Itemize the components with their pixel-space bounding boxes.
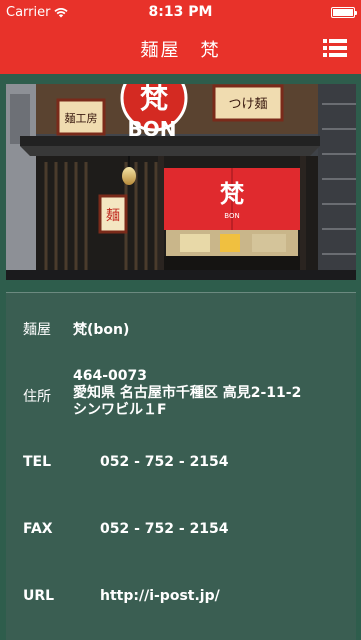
curtain-sub-text: BON [224,212,239,220]
lantern-text: 麺 [106,208,120,224]
address-street: 愛知県 名古屋市千種区 高見2-11-2 [73,385,302,401]
address-row: 住所 464-0073 愛知県 名古屋市千種区 高見2-11-2 シンワビル１F [23,368,301,419]
shop-photo: 麺工房 梵 BON つけ麺 麺 梵 BON [6,84,356,280]
status-left: Carrier [6,4,69,20]
page-title: 麺屋 梵 [140,40,221,61]
shop-name-label: 麺屋 [23,322,51,338]
wifi-icon [54,7,69,17]
shop-name-value: 梵(bon) [73,322,130,338]
status-bar: Carrier 8:13 PM [0,0,361,24]
sign-right-text: つけ麺 [228,97,267,112]
nav-bar: 麺屋 梵 [0,24,361,74]
tel-row[interactable]: TEL 052 - 752 - 2154 [23,454,229,470]
address-postal: 464-0073 [73,368,147,384]
fax-value: 052 - 752 - 2154 [100,521,229,537]
address-label: 住所 [23,389,51,405]
tel-label: TEL [23,454,52,470]
fax-row: FAX 052 - 752 - 2154 [23,521,229,537]
url-label: URL [23,588,55,604]
curtain-kanji: 梵 [220,179,245,208]
address-building: シンワビル１F [73,402,167,418]
sign-left-text: 麺工房 [65,112,98,125]
address-lines: 464-0073 愛知県 名古屋市千種区 高見2-11-2 シンワビル１F [73,368,301,419]
logo-kanji: 梵 [140,84,169,115]
shop-info-card: 麺屋 梵(bon) 住所 464-0073 愛知県 名古屋市千種区 高見2-11… [6,292,356,640]
list-menu-icon[interactable] [323,38,347,58]
tel-link[interactable]: 052 - 752 - 2154 [100,454,229,470]
carrier-label: Carrier [6,4,51,20]
fax-label: FAX [23,521,53,537]
url-row[interactable]: URL http://i-post.jp/ [23,588,220,604]
shop-name-row: 麺屋 梵(bon) [23,319,129,339]
url-link[interactable]: http://i-post.jp/ [100,588,220,604]
battery-icon [331,6,357,18]
